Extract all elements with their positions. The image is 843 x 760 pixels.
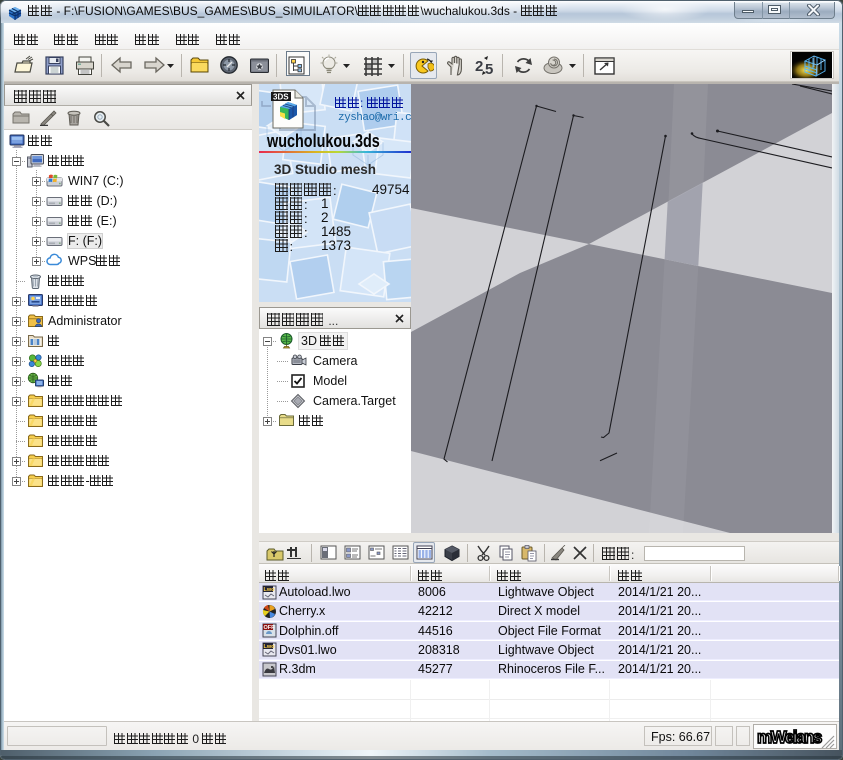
svg-text:2: 2 <box>475 58 483 75</box>
svg-text:3DS: 3DS <box>273 93 289 102</box>
svg-text:5: 5 <box>485 61 493 76</box>
